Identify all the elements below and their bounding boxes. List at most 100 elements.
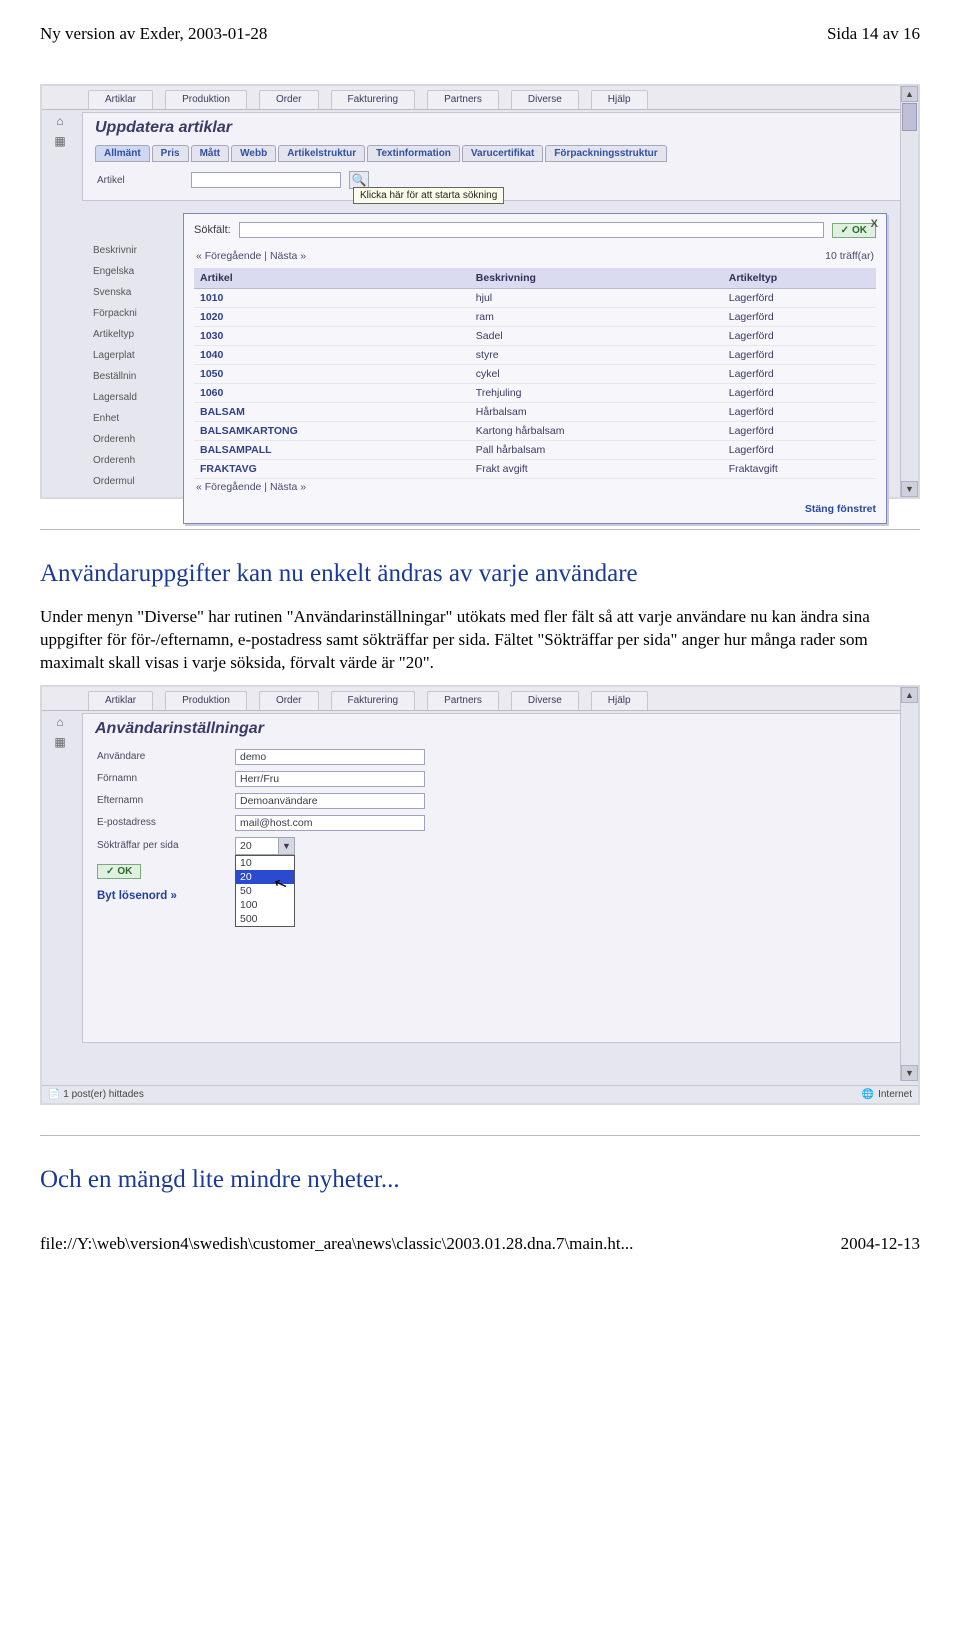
- table-row[interactable]: FRAKTAVGFrakt avgiftFraktavgift: [194, 460, 876, 479]
- scroll-thumb[interactable]: [902, 103, 917, 131]
- tab-forpackningsstruktur[interactable]: Förpackningsstruktur: [545, 145, 666, 162]
- pane-title: Uppdatera artiklar: [91, 119, 903, 145]
- home-icon[interactable]: ⌂: [52, 715, 68, 729]
- cell-artikel: 1020: [194, 308, 470, 327]
- tooltip-search: Klicka här för att starta sökning: [353, 187, 504, 204]
- main-menu-2: Artiklar Produktion Order Fakturering Pa…: [42, 687, 918, 711]
- label-orderenh1: Orderenh: [93, 434, 137, 445]
- grid-icon[interactable]: ▦: [52, 735, 68, 749]
- footer-date: 2004-12-13: [841, 1234, 920, 1254]
- sokfalt-input[interactable]: [239, 222, 824, 238]
- hits-selected-value: 20: [236, 840, 278, 852]
- page-footer: file://Y:\web\version4\swedish\customer_…: [40, 1234, 920, 1254]
- table-row[interactable]: 1050cykelLagerförd: [194, 365, 876, 384]
- menu-fakturering[interactable]: Fakturering: [331, 691, 416, 710]
- pane-title-settings: Användarinställningar: [91, 720, 903, 746]
- table-row[interactable]: 1060TrehjulingLagerförd: [194, 384, 876, 403]
- menu-diverse[interactable]: Diverse: [511, 90, 579, 109]
- vertical-scrollbar[interactable]: ▲ ▼: [900, 687, 918, 1081]
- tab-allmant[interactable]: Allmänt: [95, 145, 150, 162]
- menu-partners[interactable]: Partners: [427, 691, 499, 710]
- cell-beskrivning: cykel: [470, 365, 723, 384]
- cell-artikeltyp: Lagerförd: [723, 308, 876, 327]
- cell-beskrivning: Hårbalsam: [470, 403, 723, 422]
- prev-next-bottom[interactable]: « Föregående | Nästa »: [196, 481, 306, 493]
- menu-fakturering[interactable]: Fakturering: [331, 90, 416, 109]
- cell-beskrivning: ram: [470, 308, 723, 327]
- efternamn-input[interactable]: Demoanvändare: [235, 793, 425, 809]
- cell-artikel: 1010: [194, 289, 470, 308]
- scroll-down-icon[interactable]: ▼: [901, 1065, 918, 1081]
- menu-artiklar[interactable]: Artiklar: [88, 691, 153, 710]
- artikel-input[interactable]: [191, 172, 341, 188]
- section-divider: [40, 529, 920, 530]
- menu-order[interactable]: Order: [259, 90, 319, 109]
- ok-button[interactable]: OK: [832, 223, 876, 238]
- table-row[interactable]: BALSAMHårbalsamLagerförd: [194, 403, 876, 422]
- close-window-link[interactable]: Stäng fönstret: [194, 499, 876, 515]
- home-icon[interactable]: ⌂: [52, 114, 68, 128]
- screenshot-user-settings: Artiklar Produktion Order Fakturering Pa…: [40, 685, 920, 1105]
- menu-partners[interactable]: Partners: [427, 90, 499, 109]
- status-right: 🌐 Internet: [862, 1089, 912, 1100]
- col-artikeltyp[interactable]: Artikeltyp: [723, 268, 876, 289]
- col-artikel[interactable]: Artikel: [194, 268, 470, 289]
- cell-artikel: 1030: [194, 327, 470, 346]
- menu-produktion[interactable]: Produktion: [165, 90, 247, 109]
- scroll-down-icon[interactable]: ▼: [901, 481, 918, 497]
- option-10[interactable]: 10: [236, 856, 294, 870]
- close-icon[interactable]: X: [871, 218, 878, 230]
- label-lagersaldo: Lagersald: [93, 392, 137, 403]
- cell-artikeltyp: Lagerförd: [723, 365, 876, 384]
- vertical-scrollbar[interactable]: ▲ ▼: [900, 86, 918, 497]
- epost-input[interactable]: mail@host.com: [235, 815, 425, 831]
- globe-icon: 🌐: [862, 1089, 874, 1100]
- menu-hjalp[interactable]: Hjälp: [591, 90, 648, 109]
- table-row[interactable]: BALSAMPALLPall hårbalsamLagerförd: [194, 441, 876, 460]
- tab-varucertifikat[interactable]: Varucertifikat: [462, 145, 543, 162]
- label-sokfalt: Sökfält:: [194, 224, 231, 236]
- grid-icon[interactable]: ▦: [52, 134, 68, 148]
- table-row[interactable]: 1040styreLagerförd: [194, 346, 876, 365]
- tab-webb[interactable]: Webb: [231, 145, 276, 162]
- label-efternamn: Efternamn: [97, 795, 227, 806]
- section-divider: [40, 1135, 920, 1136]
- main-menu: Artiklar Produktion Order Fakturering Pa…: [42, 86, 918, 110]
- table-row[interactable]: 1010hjulLagerförd: [194, 289, 876, 308]
- fornamn-input[interactable]: Herr/Fru: [235, 771, 425, 787]
- screenshot-update-articles: Artiklar Produktion Order Fakturering Pa…: [40, 84, 920, 499]
- menu-hjalp[interactable]: Hjälp: [591, 691, 648, 710]
- scroll-up-icon[interactable]: ▲: [901, 86, 918, 102]
- ok-button[interactable]: OK: [97, 864, 141, 879]
- table-row[interactable]: 1030SadelLagerförd: [194, 327, 876, 346]
- option-500[interactable]: 500: [236, 912, 294, 926]
- chevron-down-icon[interactable]: ▼: [278, 838, 294, 854]
- hits-select[interactable]: 20 ▼: [235, 837, 295, 855]
- label-soktraffar: Sökträffar per sida: [97, 840, 227, 851]
- cell-beskrivning: Sadel: [470, 327, 723, 346]
- prev-next-top[interactable]: « Föregående | Nästa »: [196, 250, 306, 262]
- menu-order[interactable]: Order: [259, 691, 319, 710]
- menu-produktion[interactable]: Produktion: [165, 691, 247, 710]
- label-engelska: Engelska: [93, 266, 137, 277]
- cell-artikel: FRAKTAVG: [194, 460, 470, 479]
- scroll-up-icon[interactable]: ▲: [901, 687, 918, 703]
- table-row[interactable]: BALSAMKARTONGKartong hårbalsamLagerförd: [194, 422, 876, 441]
- menu-diverse[interactable]: Diverse: [511, 691, 579, 710]
- col-beskrivning[interactable]: Beskrivning: [470, 268, 723, 289]
- cell-artikeltyp: Lagerförd: [723, 384, 876, 403]
- option-100[interactable]: 100: [236, 898, 294, 912]
- change-password-link[interactable]: Byt lösenord »: [91, 882, 903, 906]
- hits-dropdown: 10 20 50 100 500 ↖: [235, 855, 295, 927]
- table-row[interactable]: 1020ramLagerförd: [194, 308, 876, 327]
- tab-matt[interactable]: Mått: [191, 145, 230, 162]
- section-body-1: Under menyn "Diverse" har rutinen "Använ…: [40, 606, 920, 675]
- tab-artikelstruktur[interactable]: Artikelstruktur: [278, 145, 365, 162]
- tab-textinformation[interactable]: Textinformation: [367, 145, 460, 162]
- cell-artikeltyp: Lagerförd: [723, 422, 876, 441]
- label-svenska: Svenska: [93, 287, 137, 298]
- tab-pris[interactable]: Pris: [152, 145, 189, 162]
- menu-artiklar[interactable]: Artiklar: [88, 90, 153, 109]
- anvandare-input[interactable]: demo: [235, 749, 425, 765]
- section-title-1: Användaruppgifter kan nu enkelt ändras a…: [40, 560, 920, 588]
